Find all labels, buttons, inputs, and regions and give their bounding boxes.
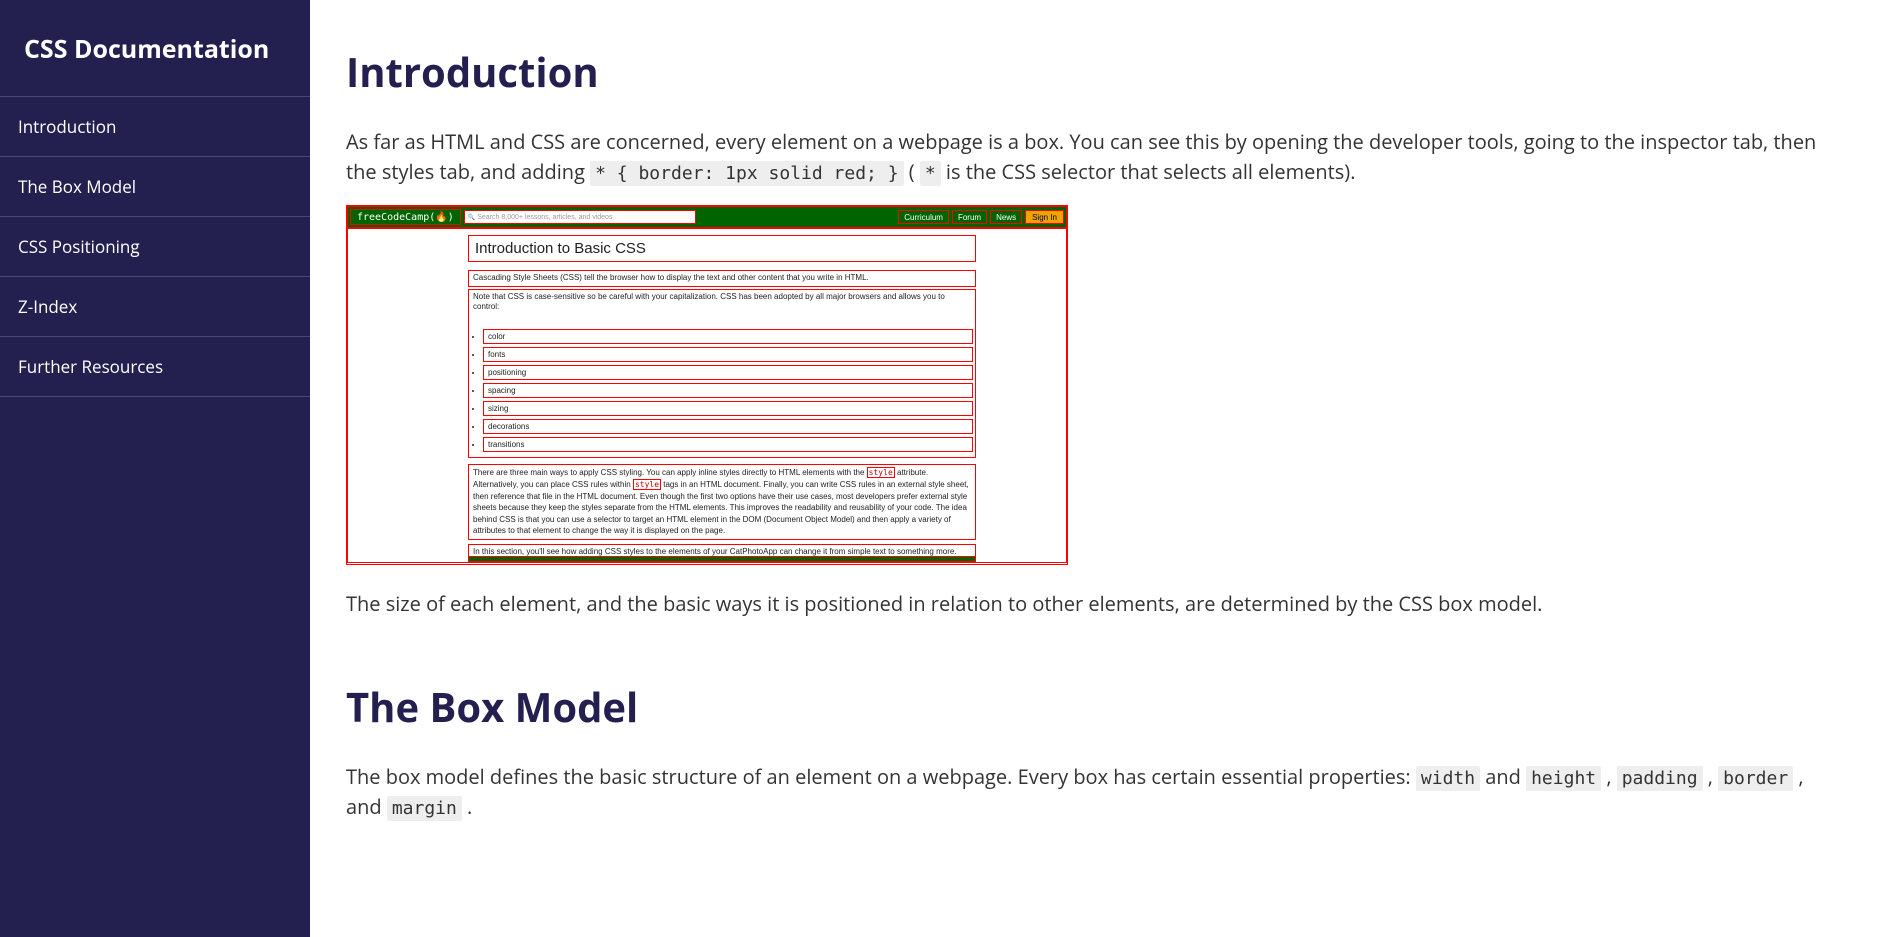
fcc-bullet: color <box>483 329 973 344</box>
code-star-selector: * <box>920 161 941 186</box>
code-border-rule: * { border: 1px solid red; } <box>590 161 903 186</box>
sidebar-title: CSS Documentation <box>0 0 310 96</box>
fcc-content-title: Introduction to Basic CSS <box>468 235 976 262</box>
fcc-link-curriculum: Curriculum <box>898 210 949 224</box>
fcc-link-forum: Forum <box>952 210 987 224</box>
nav-box-model[interactable]: The Box Model <box>0 156 310 216</box>
section-introduction: Introduction As far as HTML and CSS are … <box>346 44 1834 619</box>
nav-css-positioning[interactable]: CSS Positioning <box>0 216 310 276</box>
code-width: width <box>1416 766 1480 791</box>
nav-further-resources[interactable]: Further Resources <box>0 336 310 397</box>
intro-paragraph-2: The size of each element, and the basic … <box>346 589 1834 619</box>
sidebar: CSS Documentation Introduction The Box M… <box>0 0 310 937</box>
freecodecamp-screenshot: freeCodeCamp(🔥) Search 8,000+ lessons, a… <box>346 205 1068 565</box>
section-box-model: The Box Model The box model defines the … <box>346 679 1834 823</box>
fcc-logo: freeCodeCamp(🔥) <box>350 209 461 225</box>
nav-z-index[interactable]: Z-Index <box>0 276 310 336</box>
fcc-bullet: decorations <box>483 419 973 434</box>
heading-box-model: The Box Model <box>346 679 1834 734</box>
code-border: border <box>1718 766 1793 791</box>
fcc-para-1: Cascading Style Sheets (CSS) tell the br… <box>468 270 976 286</box>
fcc-search-field: Search 8,000+ lessons, articles, and vid… <box>464 210 696 224</box>
main-content: Introduction As far as HTML and CSS are … <box>310 0 1870 877</box>
fcc-bullet: positioning <box>483 365 973 380</box>
code-margin: margin <box>387 796 462 821</box>
fcc-long-paragraph: There are three main ways to apply CSS s… <box>468 464 976 540</box>
fcc-keyword-style: style <box>867 467 895 478</box>
fcc-footer-bar <box>468 556 976 562</box>
fcc-bullet: spacing <box>483 383 973 398</box>
intro-paragraph-1: As far as HTML and CSS are concerned, ev… <box>346 127 1834 187</box>
fcc-bullet: fonts <box>483 347 973 362</box>
box-model-paragraph-1: The box model defines the basic structur… <box>346 762 1834 823</box>
fcc-keyword-style: style <box>633 479 661 490</box>
fcc-bullet: transitions <box>483 437 973 452</box>
fcc-link-news: News <box>990 210 1022 224</box>
nav-introduction[interactable]: Introduction <box>0 96 310 156</box>
fcc-header: freeCodeCamp(🔥) Search 8,000+ lessons, a… <box>347 206 1067 228</box>
code-padding: padding <box>1617 766 1703 791</box>
fcc-bullet: sizing <box>483 401 973 416</box>
fcc-para-2: Note that CSS is case-sensitive so be ca… <box>468 289 976 325</box>
heading-introduction: Introduction <box>346 44 1834 99</box>
code-height: height <box>1526 766 1601 791</box>
fcc-body: Introduction to Basic CSS Cascading Styl… <box>347 228 1067 563</box>
fcc-signin-button: Sign In <box>1025 210 1064 224</box>
fcc-bullet-list: color fonts positioning spacing sizing d… <box>468 324 976 458</box>
